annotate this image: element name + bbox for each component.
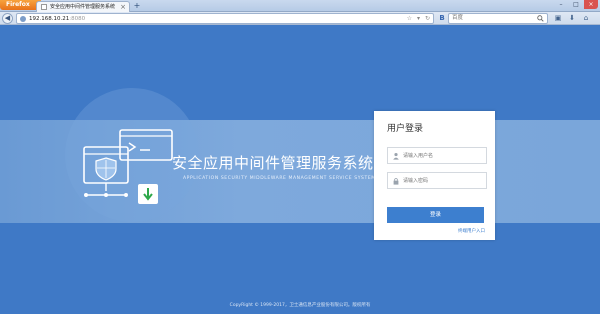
firefox-menu-button[interactable]: Firefox [0, 0, 41, 10]
address-bar[interactable]: 192.168.10.21:8080 ☆ ▾ ↻ [16, 13, 434, 24]
username-field[interactable] [387, 147, 487, 164]
user-icon [393, 152, 399, 160]
browser-titlebar: Firefox 安全应用中间件管理服务系统 × + – □ × [0, 0, 600, 12]
baidu-icon[interactable]: B [437, 13, 447, 24]
url-text[interactable]: 192.168.10.21:8080 [29, 14, 85, 24]
login-panel: 用户登录 登录 终端用户入口 [374, 111, 495, 240]
password-field[interactable] [387, 172, 487, 189]
search-input[interactable] [452, 14, 532, 23]
browser-navbar: ◀ 192.168.10.21:8080 ☆ ▾ ↻ B ▣ ⬇ ⌂ [0, 12, 600, 25]
browser-tab[interactable]: 安全应用中间件管理服务系统 × [36, 1, 130, 12]
maximize-button[interactable]: □ [569, 0, 583, 9]
dropdown-icon[interactable]: ▾ [417, 14, 420, 24]
new-tab-button[interactable]: + [132, 1, 142, 11]
bookmarks-icon[interactable]: ▣ [553, 13, 563, 23]
username-input[interactable] [403, 150, 483, 161]
star-icon[interactable]: ☆ [407, 14, 412, 24]
security-illustration [83, 129, 173, 204]
system-title: 安全应用中间件管理服务系统 [172, 154, 374, 172]
window-controls: – □ × [554, 0, 598, 10]
password-input[interactable] [403, 175, 483, 186]
home-icon[interactable]: ⌂ [581, 13, 591, 23]
download-icon [138, 184, 158, 204]
monitor-shield-icon [83, 146, 129, 197]
page-content: 安全应用中间件管理服务系统 APPLICATION SECURITY MIDDL… [0, 26, 600, 314]
login-title: 用户登录 [387, 124, 424, 134]
globe-icon [20, 16, 26, 22]
page-favicon-icon [41, 4, 47, 10]
minimize-button[interactable]: – [554, 0, 568, 9]
system-subtitle: APPLICATION SECURITY MIDDLEWARE MANAGEME… [183, 176, 376, 181]
terminal-user-link[interactable]: 终端用户入口 [458, 228, 485, 234]
search-bar[interactable] [448, 13, 548, 24]
reload-icon[interactable]: ↻ [425, 14, 430, 24]
search-icon[interactable] [537, 15, 544, 22]
back-button[interactable]: ◀ [2, 13, 13, 24]
tab-close-icon[interactable]: × [119, 3, 127, 11]
download-toolbar-icon[interactable]: ⬇ [567, 13, 577, 23]
copyright-footer: CopyRight © 1999-2017，卫士通信息产业股份有限公司。版权所有 [229, 303, 371, 308]
tab-title: 安全应用中间件管理服务系统 [50, 4, 116, 10]
lock-icon [393, 178, 399, 185]
close-window-button[interactable]: × [584, 0, 598, 9]
login-button[interactable]: 登录 [387, 207, 484, 223]
